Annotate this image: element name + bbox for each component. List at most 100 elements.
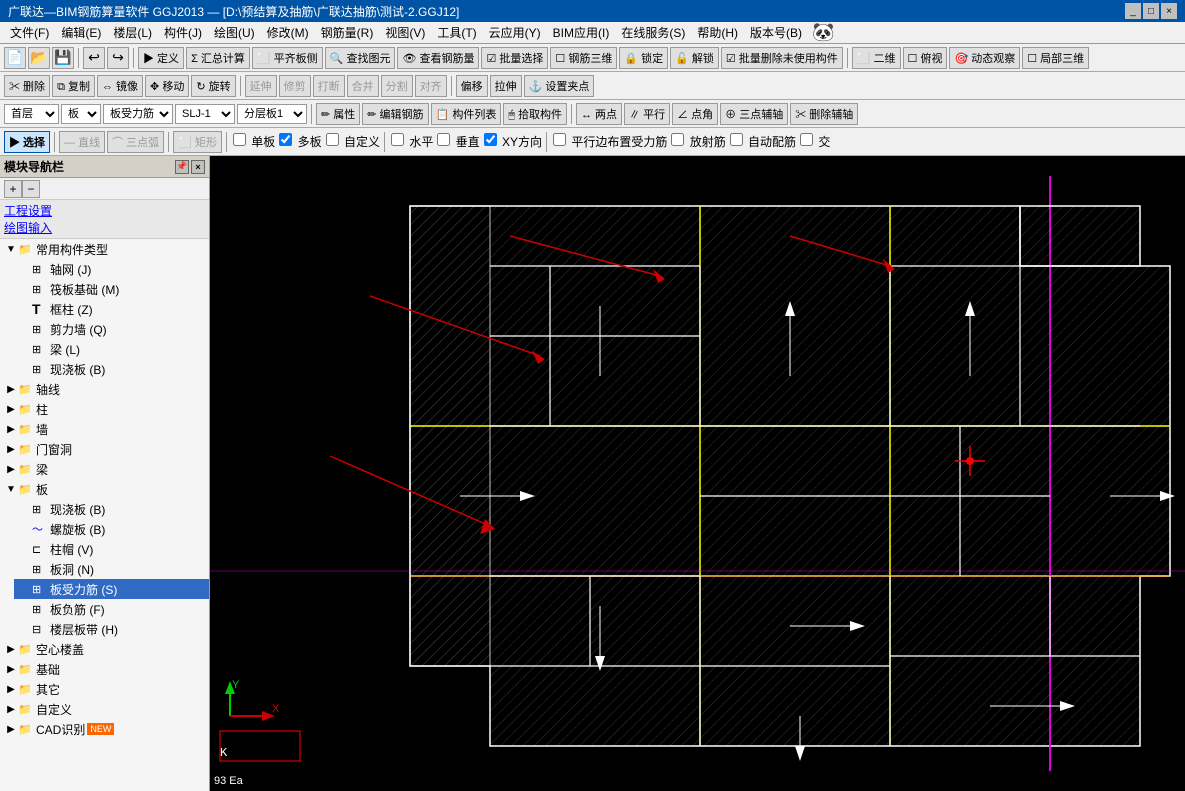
tree-custom[interactable]: ▶ 📁 自定义 xyxy=(0,699,209,719)
draw-input-link[interactable]: 绘图输入 xyxy=(4,219,205,236)
type-select[interactable]: 板 xyxy=(61,104,101,124)
set-grip-button[interactable]: ⚓ 设置夹点 xyxy=(524,75,595,97)
horizontal-check[interactable] xyxy=(391,133,404,146)
tree-beam2[interactable]: ▶ 📁 梁 xyxy=(0,459,209,479)
xy-direction-label[interactable]: XY方向 xyxy=(482,133,542,150)
two-point-button[interactable]: ↔ 两点 xyxy=(576,103,622,125)
merge-button[interactable]: 合并 xyxy=(347,75,379,97)
layer-select[interactable]: 分层板1 xyxy=(237,104,307,124)
new-button[interactable]: 📄 xyxy=(4,47,26,69)
edit-rebar-button[interactable]: ✏ 编辑钢筋 xyxy=(362,103,428,125)
tree-column-cap[interactable]: ⊏ 柱帽 (V) xyxy=(14,539,209,559)
tree-slab[interactable]: ▼ 📁 板 xyxy=(0,479,209,499)
tree-other[interactable]: ▶ 📁 其它 xyxy=(0,679,209,699)
menu-edit[interactable]: 编辑(E) xyxy=(55,22,107,43)
custom-label[interactable]: 自定义 xyxy=(324,133,380,150)
parallel-edge-label[interactable]: 平行边布置受力筋 xyxy=(551,133,667,150)
vertical-check[interactable] xyxy=(437,133,450,146)
redo-button[interactable]: ↪ xyxy=(107,47,129,69)
menu-online[interactable]: 在线服务(S) xyxy=(615,22,691,43)
menu-tools[interactable]: 工具(T) xyxy=(431,22,482,43)
lock-button[interactable]: 🔒 锁定 xyxy=(619,47,668,69)
menu-view[interactable]: 视图(V) xyxy=(379,22,431,43)
partial-3d-button[interactable]: ☐ 局部三维 xyxy=(1022,47,1089,69)
xy-direction-check[interactable] xyxy=(484,133,497,146)
pick-component-button[interactable]: 🖱 拾取构件 xyxy=(503,103,567,125)
remove-button[interactable]: − xyxy=(22,180,40,198)
menu-rebar[interactable]: 钢筋量(R) xyxy=(315,22,380,43)
point-angle-button[interactable]: ∠ 点角 xyxy=(672,103,718,125)
orbit-button[interactable]: 🎯 动态观察 xyxy=(949,47,1020,69)
menu-component[interactable]: 构件(J) xyxy=(158,22,208,43)
component-list-button[interactable]: 📋 构件列表 xyxy=(431,103,502,125)
rect-button[interactable]: ⬜ 矩形 xyxy=(173,131,222,153)
multi-board-label[interactable]: 多板 xyxy=(277,133,321,150)
stretch-button[interactable]: 拉伸 xyxy=(490,75,522,97)
drawing-area[interactable]: K Y X 93 Ea xyxy=(210,156,1185,791)
tree-foundation[interactable]: ▶ 📁 基础 xyxy=(0,659,209,679)
trim-button[interactable]: 修剪 xyxy=(279,75,311,97)
minimize-button[interactable]: _ xyxy=(1125,3,1141,19)
menu-bim[interactable]: BIM应用(I) xyxy=(547,22,616,43)
menu-modify[interactable]: 修改(M) xyxy=(261,22,315,43)
find-element-button[interactable]: 🔍 查找图元 xyxy=(325,47,396,69)
tree-axis[interactable]: ▶ 📁 轴线 xyxy=(0,379,209,399)
rebar-type-select[interactable]: 板受力筋 xyxy=(103,104,173,124)
define-button[interactable]: ▶ 定义 xyxy=(138,47,184,69)
tree-neg-rebar[interactable]: ⊞ 板负筋 (F) xyxy=(14,599,209,619)
three-point-axis-button[interactable]: ⊕ 三点辅轴 xyxy=(720,103,788,125)
menu-version[interactable]: 版本号(B) xyxy=(744,22,808,43)
break-button[interactable]: 打断 xyxy=(313,75,345,97)
select-button[interactable]: ▶ 选择 xyxy=(4,131,50,153)
radial-label[interactable]: 放射筋 xyxy=(669,133,725,150)
rotate-button[interactable]: ↻ 旋转 xyxy=(191,75,235,97)
undo-button[interactable]: ↩ xyxy=(83,47,105,69)
arc-button[interactable]: ⌒ 三点弧 xyxy=(107,131,164,153)
multi-board-check[interactable] xyxy=(279,133,292,146)
batch-delete-button[interactable]: ☑ 批量删除未使用构件 xyxy=(721,47,843,69)
tree-cast-slab[interactable]: ⊞ 现浇板 (B) xyxy=(14,359,209,379)
2d-button[interactable]: ⬜ 二维 xyxy=(852,47,901,69)
view-rebar-button[interactable]: 👁 查看钢筋量 xyxy=(397,47,479,69)
delete-axis-button[interactable]: ✂ 删除辅轴 xyxy=(790,103,858,125)
cross-check[interactable] xyxy=(800,133,813,146)
tree-shear-wall[interactable]: ⊞ 剪力墙 (Q) xyxy=(14,319,209,339)
line-button[interactable]: — 直线 xyxy=(59,131,105,153)
tree-floor-band[interactable]: ⊟ 楼层板带 (H) xyxy=(14,619,209,639)
tree-hollow-floor[interactable]: ▶ 📁 空心楼盖 xyxy=(0,639,209,659)
auto-config-label[interactable]: 自动配筋 xyxy=(728,133,796,150)
move-button[interactable]: ✥ 移动 xyxy=(145,75,189,97)
tree-column[interactable]: T 框柱 (Z) xyxy=(14,299,209,319)
tree-door-window[interactable]: ▶ 📁 门窗洞 xyxy=(0,439,209,459)
add-button[interactable]: + xyxy=(4,180,22,198)
tree-slab-hole[interactable]: ⊞ 板洞 (N) xyxy=(14,559,209,579)
tree-col[interactable]: ▶ 📁 柱 xyxy=(0,399,209,419)
auto-config-check[interactable] xyxy=(730,133,743,146)
offset-button[interactable]: 偏移 xyxy=(456,75,488,97)
tree-wall[interactable]: ▶ 📁 墙 xyxy=(0,419,209,439)
tree-axis-net[interactable]: ⊞ 轴网 (J) xyxy=(14,259,209,279)
rebar-3d-button[interactable]: ☐ 钢筋三维 xyxy=(550,47,617,69)
menu-help[interactable]: 帮助(H) xyxy=(691,22,744,43)
cross-label[interactable]: 交 xyxy=(798,133,830,150)
vertical-label[interactable]: 垂直 xyxy=(435,133,479,150)
parallel-button[interactable]: ∥ 平行 xyxy=(624,103,670,125)
extend-button[interactable]: 延伸 xyxy=(245,75,277,97)
single-board-label[interactable]: 单板 xyxy=(231,133,275,150)
mirror-button[interactable]: ⇔ 镜像 xyxy=(97,75,143,97)
save-button[interactable]: 💾 xyxy=(52,47,74,69)
tree-cast-slab2[interactable]: ⊞ 现浇板 (B) xyxy=(14,499,209,519)
spec-select[interactable]: SLJ-1 xyxy=(175,104,235,124)
open-button[interactable]: 📂 xyxy=(28,47,50,69)
unlock-button[interactable]: 🔓 解锁 xyxy=(670,47,719,69)
menu-floor[interactable]: 楼层(L) xyxy=(107,22,158,43)
project-settings-link[interactable]: 工程设置 xyxy=(4,202,205,219)
delete-button[interactable]: ✂ 删除 xyxy=(4,75,50,97)
level-plate-button[interactable]: ⬜ 平齐板侧 xyxy=(252,47,323,69)
close-button[interactable]: × xyxy=(1161,3,1177,19)
tree-beam[interactable]: ⊞ 梁 (L) xyxy=(14,339,209,359)
maximize-button[interactable]: □ xyxy=(1143,3,1159,19)
single-board-check[interactable] xyxy=(233,133,246,146)
calc-button[interactable]: Σ 汇总计算 xyxy=(186,47,250,69)
custom-check[interactable] xyxy=(326,133,339,146)
